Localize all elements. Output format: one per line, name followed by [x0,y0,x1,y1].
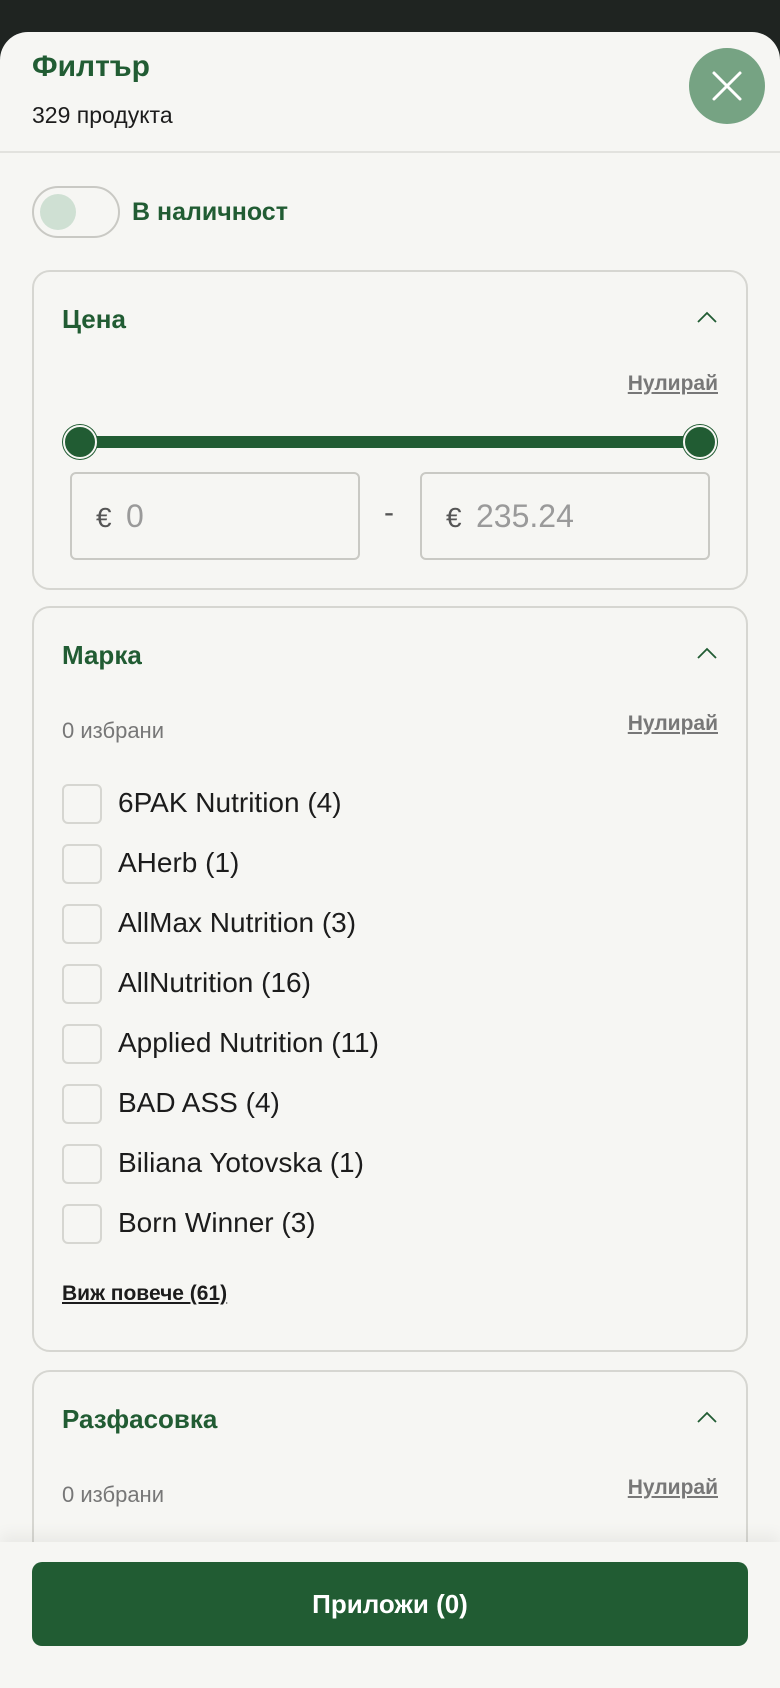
brand-list: 6PAK Nutrition (4) AHerb (1) AllMax Nutr… [62,784,702,1264]
brand-item[interactable]: Biliana Yotovska (1) [62,1144,702,1204]
brand-label: Born Winner (3) [118,1207,316,1238]
filter-header: Филтър 329 продукта [0,32,780,153]
brand-filter-card: Марка 0 избрани Нулирай 6PAK Nutrition (… [32,606,748,1352]
price-filter-card: Цена Нулирай € 0 - € 235.24 [32,270,748,590]
brand-label: AllNutrition (16) [118,967,311,998]
brand-label: Applied Nutrition (11) [118,1027,379,1058]
packaging-reset-link[interactable]: Нулирай [628,1476,718,1500]
brand-checkbox[interactable] [62,844,102,884]
brand-selected-count: 0 избрани [62,718,164,743]
close-icon [712,71,742,101]
chevron-up-icon[interactable] [696,646,718,660]
brand-item[interactable]: AHerb (1) [62,844,702,904]
brand-item[interactable]: Born Winner (3) [62,1204,702,1264]
brand-item[interactable]: AllMax Nutrition (3) [62,904,702,964]
price-min-input[interactable]: € 0 [70,472,360,560]
brand-checkbox[interactable] [62,1144,102,1184]
packaging-title: Разфасовка [62,1404,218,1434]
filter-sheet: Филтър 329 продукта В наличност Цена Нул… [0,32,780,1688]
currency-symbol: € [446,502,462,533]
brand-label: AllMax Nutrition (3) [118,907,357,938]
chevron-up-icon[interactable] [696,1410,718,1424]
price-range-separator: - [384,496,394,529]
brand-checkbox[interactable] [62,904,102,944]
price-slider-max-handle[interactable] [683,425,717,459]
product-count: 329 продукта [32,102,173,128]
chevron-up-icon[interactable] [696,310,718,324]
price-min-value: 0 [126,498,144,534]
brand-reset-link[interactable]: Нулирай [628,712,718,736]
brand-label: 6PAK Nutrition (4) [118,787,342,818]
brand-item[interactable]: AllNutrition (16) [62,964,702,1024]
brand-item[interactable]: BAD ASS (4) [62,1084,702,1144]
brand-item[interactable]: 6PAK Nutrition (4) [62,784,702,844]
toggle-knob [40,194,76,230]
price-reset-link[interactable]: Нулирай [628,372,718,396]
brand-label: BAD ASS (4) [118,1087,280,1118]
close-button[interactable] [689,48,765,124]
brand-title: Марка [62,640,142,670]
price-max-input[interactable]: € 235.24 [420,472,710,560]
apply-filters-button[interactable]: Приложи (0) [32,1562,748,1646]
packaging-selected-count: 0 избрани [62,1482,164,1507]
in-stock-label: В наличност [132,198,288,226]
price-title: Цена [62,304,126,334]
brand-checkbox[interactable] [62,964,102,1004]
filter-footer: Приложи (0) [0,1542,780,1688]
price-slider-track[interactable] [80,436,700,448]
price-slider-min-handle[interactable] [63,425,97,459]
brand-checkbox[interactable] [62,1084,102,1124]
brand-label: AHerb (1) [118,847,240,878]
brand-checkbox[interactable] [62,1204,102,1244]
brand-checkbox[interactable] [62,1024,102,1064]
brand-item[interactable]: Applied Nutrition (11) [62,1024,702,1084]
in-stock-toggle[interactable] [32,186,120,238]
brand-see-more-link[interactable]: Виж повече (61) [62,1282,227,1306]
brand-checkbox[interactable] [62,784,102,824]
filter-title: Филтър [32,50,150,83]
brand-label: Biliana Yotovska (1) [118,1147,364,1178]
price-max-value: 235.24 [476,498,574,534]
currency-symbol: € [96,502,112,533]
